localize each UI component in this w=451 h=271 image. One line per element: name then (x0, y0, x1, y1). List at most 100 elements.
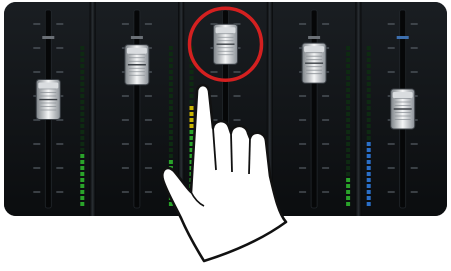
meter-segment (168, 124, 173, 128)
meter-segment (80, 190, 85, 194)
meter-segment (346, 100, 351, 104)
meter-segment (168, 172, 173, 176)
meter-segment (366, 70, 371, 74)
meter-segment (189, 172, 194, 176)
meter-segment (189, 184, 194, 188)
meter-segment (346, 148, 351, 152)
meter-segment (168, 184, 173, 188)
meter-segment (189, 196, 194, 200)
meter-segment (346, 70, 351, 74)
meter-segment (366, 148, 371, 152)
strip-divider (89, 2, 96, 216)
meter-segment (80, 196, 85, 200)
meter-segment (80, 142, 85, 146)
meter-segment (168, 70, 173, 74)
meter-segment (346, 64, 351, 68)
meter-segment (346, 130, 351, 134)
meter-segment (168, 64, 173, 68)
meter-segment (189, 94, 194, 98)
meter-segment (189, 88, 194, 92)
meter-segment (168, 160, 173, 164)
meter-segment (366, 106, 371, 110)
meter-segment (346, 76, 351, 80)
meter-segment (189, 166, 194, 170)
meter-segment (346, 172, 351, 176)
meter-segment (189, 106, 194, 110)
meter-segment (189, 70, 194, 74)
meter-segment (346, 190, 351, 194)
meter-segment (366, 190, 371, 194)
strip-divider (266, 2, 273, 216)
meter-segment (80, 112, 85, 116)
fader-panel (4, 2, 447, 216)
meter-segment (346, 124, 351, 128)
meter-segment (80, 202, 85, 206)
meter-segment (168, 118, 173, 122)
fader-slot (133, 9, 141, 209)
meter-segment (366, 196, 371, 200)
meter-segment (366, 58, 371, 62)
meter-segment (80, 136, 85, 140)
fader-slot (310, 9, 318, 209)
meter-segment (366, 76, 371, 80)
meter-segment (168, 166, 173, 170)
meter-segment (189, 202, 194, 206)
meter-segment (168, 82, 173, 86)
meter-segment (346, 46, 351, 50)
peak-indicator (42, 36, 55, 39)
meter-segment (366, 166, 371, 170)
meter-segment (189, 190, 194, 194)
meter-segment (168, 130, 173, 134)
meter-segment (366, 112, 371, 116)
meter-segment (346, 136, 351, 140)
meter-segment (189, 148, 194, 152)
meter-segment (80, 82, 85, 86)
mixer-canvas (4, 2, 447, 216)
meter-segment (80, 124, 85, 128)
meter-segment (366, 202, 371, 206)
meter-segment (366, 100, 371, 104)
meter-segment (366, 52, 371, 56)
meter-segment (189, 82, 194, 86)
meter-segment (366, 184, 371, 188)
meter-segment (80, 106, 85, 110)
meter-segment (189, 154, 194, 158)
meter-segment (80, 58, 85, 62)
meter-segment (346, 142, 351, 146)
meter-segment (346, 118, 351, 122)
meter-segment (346, 112, 351, 116)
peak-indicator (396, 36, 409, 39)
meter-segment (80, 100, 85, 104)
meter-segment (168, 52, 173, 56)
meter-segment (366, 160, 371, 164)
meter-segment (168, 196, 173, 200)
strip-divider (355, 2, 362, 216)
meter-segment (189, 160, 194, 164)
meter-segment (168, 88, 173, 92)
meter-segment (366, 130, 371, 134)
meter-segment (168, 76, 173, 80)
meter-segment (366, 88, 371, 92)
meter-segment (168, 202, 173, 206)
meter-segment (168, 58, 173, 62)
meter-segment (189, 130, 194, 134)
meter-segment (366, 64, 371, 68)
meter-segment (189, 124, 194, 128)
meter-segment (346, 196, 351, 200)
meter-segment (346, 82, 351, 86)
meter-segment (168, 94, 173, 98)
meter-segment (80, 46, 85, 50)
meter-segment (366, 118, 371, 122)
strip-divider (178, 2, 185, 216)
meter-segment (346, 52, 351, 56)
meter-segment (168, 112, 173, 116)
meter-segment (80, 76, 85, 80)
meter-segment (346, 106, 351, 110)
meter-segment (366, 124, 371, 128)
meter-segment (80, 166, 85, 170)
meter-segment (80, 64, 85, 68)
meter-segment (346, 58, 351, 62)
meter-segment (366, 154, 371, 158)
meter-segment (80, 52, 85, 56)
meter-segment (80, 184, 85, 188)
